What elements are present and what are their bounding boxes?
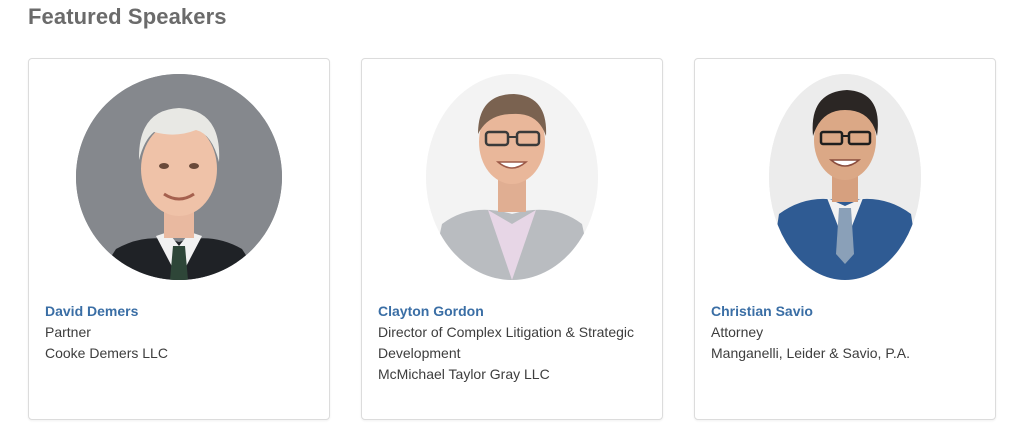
speaker-card: David Demers Partner Cooke Demers LLC	[28, 58, 330, 420]
speaker-title: Partner	[45, 324, 91, 340]
speaker-photo	[76, 74, 282, 280]
speaker-cards: David Demers Partner Cooke Demers LLC Cl…	[28, 58, 996, 420]
speaker-company: Cooke Demers LLC	[45, 345, 168, 361]
speaker-photo	[769, 74, 921, 280]
speaker-company: McMichael Taylor Gray LLC	[378, 366, 550, 382]
speaker-name[interactable]: Clayton Gordon	[378, 301, 650, 322]
speaker-name[interactable]: David Demers	[45, 301, 317, 322]
speaker-card: Clayton Gordon Director of Complex Litig…	[361, 58, 663, 420]
speaker-company: Manganelli, Leider & Savio, P.A.	[711, 345, 910, 361]
speaker-photo	[426, 74, 598, 280]
section-title: Featured Speakers	[28, 4, 227, 29]
speaker-title: Director of Complex Litigation & Strateg…	[378, 324, 634, 361]
speaker-name[interactable]: Christian Savio	[711, 301, 983, 322]
speaker-title: Attorney	[711, 324, 764, 340]
speaker-card: Christian Savio Attorney Manganelli, Lei…	[694, 58, 996, 420]
